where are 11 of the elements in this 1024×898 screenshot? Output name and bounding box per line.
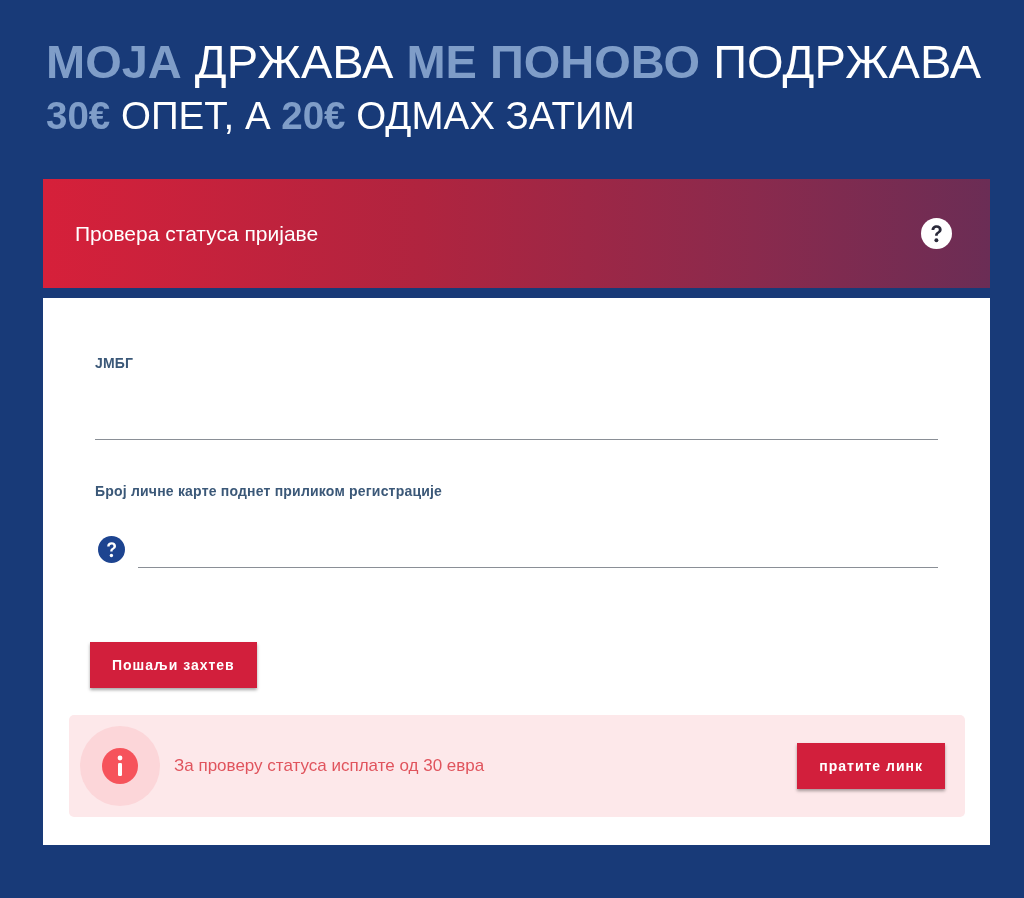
panel-title: Провера статуса пријаве — [75, 221, 319, 247]
info-icon — [80, 726, 160, 807]
field-label: Број личне карте поднет приликом регистрације — [95, 482, 444, 502]
headline: МОЈА ДРЖАВА МЕ ПОНОВО ПОДРЖАВА — [46, 35, 982, 90]
help-icon[interactable] — [98, 536, 125, 564]
follow-link-button[interactable]: пратите линк — [797, 743, 945, 790]
help-icon[interactable] — [921, 218, 952, 250]
subheadline: 30€ ОПЕТ, А 20€ ОДМАХ ЗАТИМ — [46, 93, 635, 140]
submit-button[interactable]: Пошаљи захтев — [90, 642, 257, 689]
notice-text: За проверу статуса исплате од 30 евра — [174, 755, 486, 778]
field-label: ЈМБГ — [95, 354, 135, 374]
